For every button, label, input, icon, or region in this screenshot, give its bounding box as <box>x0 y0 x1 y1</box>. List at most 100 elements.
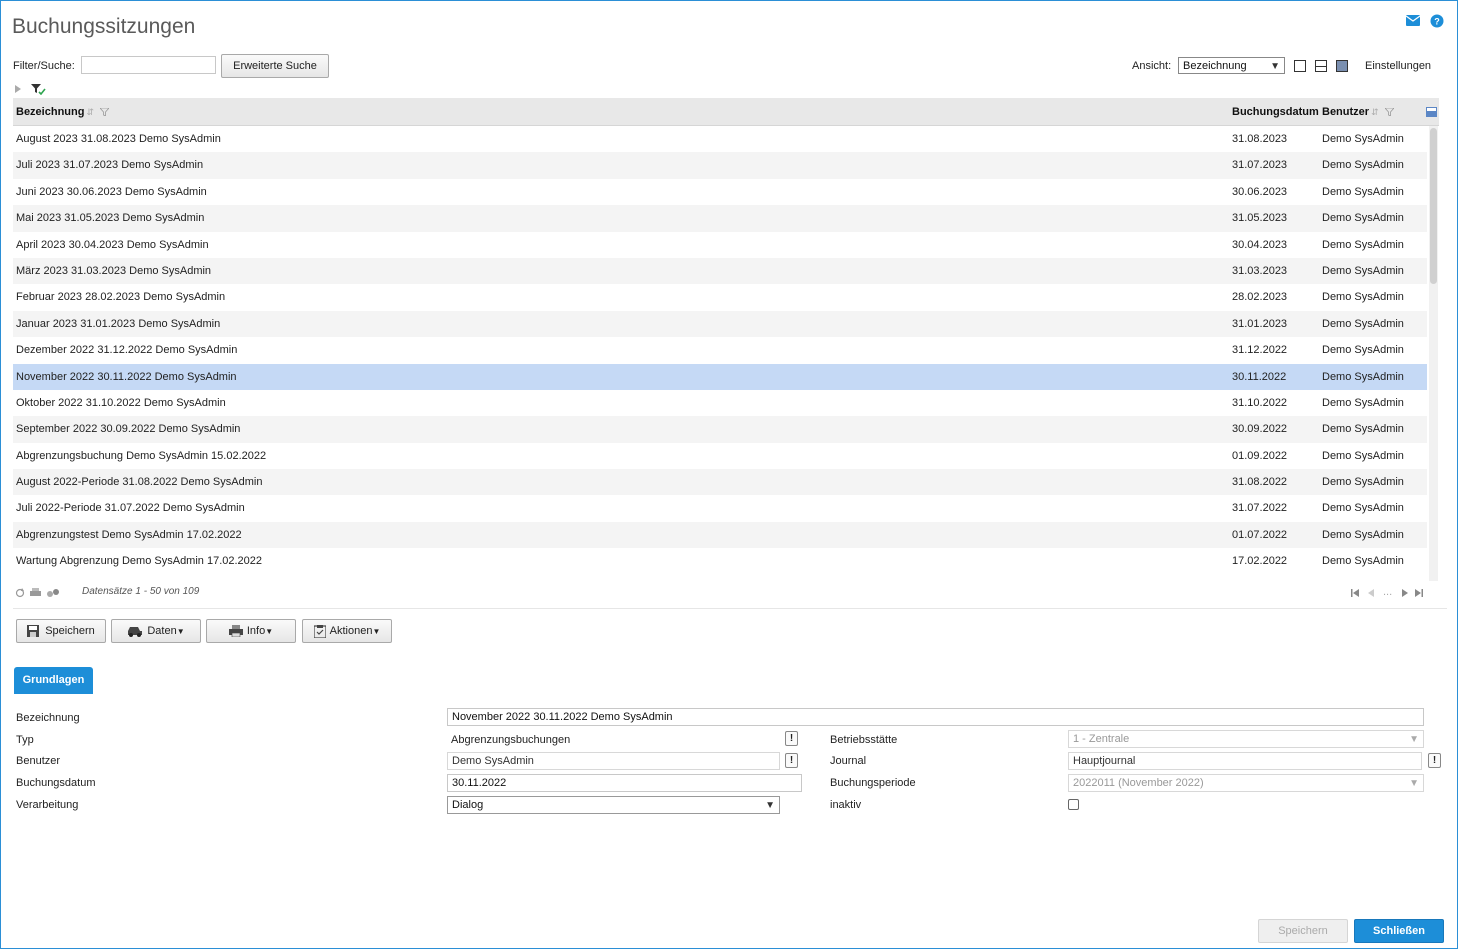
chevron-down-icon: ▼ <box>1409 778 1419 789</box>
window: Buchungssitzungen ? Filter/Suche: Erweit… <box>0 0 1458 949</box>
advanced-search-button[interactable]: Erweiterte Suche <box>221 54 329 78</box>
buchungsperiode-label: Buchungsperiode <box>830 777 916 789</box>
cell-name: Juni 2023 30.06.2023 Demo SysAdmin <box>16 185 207 198</box>
cell-date: 30.09.2022 <box>1232 423 1288 436</box>
cell-user: Demo SysAdmin <box>1322 528 1404 541</box>
scrollbar-thumb[interactable] <box>1430 128 1437 284</box>
column-header-user[interactable]: Benutzer ⇵ <box>1322 98 1394 126</box>
typ-info-button[interactable]: ! <box>785 731 798 746</box>
divider <box>13 608 1447 609</box>
table-row[interactable]: Februar 2023 28.02.2023 Demo SysAdmin 28.… <box>13 284 1427 310</box>
print-icon[interactable] <box>30 588 41 598</box>
cell-name: August 2023 31.08.2023 Demo SysAdmin <box>16 133 221 145</box>
sort-icon[interactable]: ⇵ <box>86 107 94 117</box>
inaktiv-checkbox[interactable] <box>1068 799 1079 810</box>
table-row[interactable]: Dezember 2022 31.12.2022 Demo SysAdmin 31… <box>13 337 1427 363</box>
column-header-date[interactable]: Buchungsdatum <box>1232 98 1319 126</box>
bezeichnung-label: Bezeichnung <box>16 712 80 724</box>
cell-user: Demo SysAdmin <box>1322 555 1404 568</box>
bezeichnung-field[interactable]: November 2022 30.11.2022 Demo SysAdmin <box>447 708 1424 726</box>
pager-record-count: Datensätze 1 - 50 von 109 <box>82 586 200 597</box>
table-row[interactable]: November 2022 30.11.2022 Demo SysAdmin 30… <box>13 363 1427 390</box>
column-filter-icon[interactable] <box>1384 108 1394 117</box>
cell-user: Demo SysAdmin <box>1322 502 1404 515</box>
info-menu-button[interactable]: Info▼ <box>206 619 296 643</box>
view-select[interactable]: Bezeichnung ▼ <box>1178 57 1285 74</box>
page-title: Buchungssitzungen <box>12 15 196 38</box>
prev-page-icon[interactable] <box>1368 589 1374 597</box>
column-chooser-icon[interactable] <box>1426 107 1437 117</box>
betriebsstaette-select[interactable]: 1 - Zentrale ▼ <box>1068 730 1424 748</box>
expand-arrow-icon[interactable] <box>15 85 21 93</box>
help-chat-icon[interactable]: ? <box>1430 14 1444 28</box>
export-icon[interactable] <box>46 588 60 598</box>
journal-info-button[interactable]: ! <box>1428 753 1441 768</box>
table-row[interactable]: Abgrenzungstest Demo SysAdmin 17.02.2022… <box>13 521 1427 549</box>
view-full-icon[interactable] <box>1336 60 1348 72</box>
table-row[interactable]: Juli 2023 31.07.2023 Demo SysAdmin 31.07.… <box>13 152 1427 179</box>
cell-date: 30.06.2023 <box>1232 185 1288 198</box>
table-row[interactable]: Juni 2023 30.06.2023 Demo SysAdmin 30.06.… <box>13 179 1427 205</box>
journal-field[interactable]: Hauptjournal <box>1068 752 1422 770</box>
table-row[interactable]: August 2022-Periode 31.08.2022 Demo SysA… <box>13 469 1427 496</box>
cell-user: Demo SysAdmin <box>1322 133 1404 145</box>
chevron-down-icon: ▼ <box>1270 61 1280 72</box>
cell-name: Abgrenzungstest Demo SysAdmin 17.02.2022 <box>16 528 242 541</box>
filter-active-icon[interactable] <box>31 84 46 95</box>
table-row[interactable]: März 2023 31.03.2023 Demo SysAdmin 31.03.… <box>13 257 1427 285</box>
table-row[interactable]: Mai 2023 31.05.2023 Demo SysAdmin 31.05.2… <box>13 205 1427 232</box>
table-row[interactable]: April 2023 30.04.2023 Demo SysAdmin 30.04… <box>13 232 1427 258</box>
column-header-name[interactable]: Bezeichnung ⇵ <box>16 98 110 126</box>
grid-body: August 2023 31.08.2023 Demo SysAdmin 31.0… <box>13 126 1427 581</box>
refresh-icon[interactable] <box>15 588 25 598</box>
table-row[interactable]: Abgrenzungsbuchung Demo SysAdmin 15.02.2… <box>13 443 1427 469</box>
footer-close-button[interactable]: Schließen <box>1354 919 1444 943</box>
svg-text:?: ? <box>1434 17 1440 27</box>
next-page-icon[interactable] <box>1402 589 1408 597</box>
cell-date: 01.09.2022 <box>1232 449 1288 462</box>
view-small-icon[interactable] <box>1294 60 1306 72</box>
cell-date: 31.05.2023 <box>1232 212 1288 225</box>
benutzer-field[interactable]: Demo SysAdmin <box>447 752 780 770</box>
betriebsstaette-label: Betriebsstätte <box>830 734 898 746</box>
cell-user: Demo SysAdmin <box>1322 423 1404 436</box>
cell-date: 28.02.2023 <box>1232 291 1288 304</box>
cell-user: Demo SysAdmin <box>1322 212 1404 225</box>
table-row[interactable]: Oktober 2022 31.10.2022 Demo SysAdmin 31.… <box>13 390 1427 416</box>
column-header-user-label: Benutzer <box>1322 106 1370 118</box>
benutzer-info-button[interactable]: ! <box>785 753 798 768</box>
table-row[interactable]: Wartung Abgrenzung Demo SysAdmin 17.02.2… <box>13 548 1427 574</box>
settings-link[interactable]: Einstellungen <box>1365 60 1431 72</box>
last-page-icon[interactable] <box>1415 589 1423 597</box>
printer-icon <box>228 625 243 638</box>
data-menu-button[interactable]: Daten▼ <box>111 619 201 643</box>
cell-name: Mai 2023 31.05.2023 Demo SysAdmin <box>16 212 205 225</box>
tab-grundlagen[interactable]: Grundlagen <box>14 667 93 694</box>
buchungsperiode-select[interactable]: 2022011 (November 2022) ▼ <box>1068 774 1424 792</box>
cell-name: Juli 2022-Periode 31.07.2022 Demo SysAdm… <box>16 502 245 515</box>
table-row[interactable]: Januar 2023 31.01.2023 Demo SysAdmin 31.0… <box>13 310 1427 338</box>
actions-menu-button[interactable]: Aktionen▼ <box>302 619 392 643</box>
first-page-icon[interactable] <box>1351 589 1359 597</box>
filter-search-input[interactable] <box>81 56 216 74</box>
save-toolbar-button[interactable]: Speichern <box>16 619 106 643</box>
view-split-icon[interactable] <box>1315 60 1327 72</box>
footer-save-button[interactable]: Speichern <box>1258 919 1348 943</box>
column-filter-icon[interactable] <box>100 108 110 117</box>
cell-date: 31.08.2022 <box>1232 476 1288 489</box>
table-row[interactable]: Juli 2022-Periode 31.07.2022 Demo SysAdm… <box>13 495 1427 521</box>
table-row[interactable]: August 2023 31.08.2023 Demo SysAdmin 31.0… <box>13 126 1427 152</box>
cell-name: Juli 2023 31.07.2023 Demo SysAdmin <box>16 159 204 172</box>
cell-user: Demo SysAdmin <box>1322 238 1404 251</box>
save-toolbar-label: Speichern <box>45 625 95 637</box>
sort-icon[interactable]: ⇵ <box>1371 107 1379 117</box>
mail-icon[interactable] <box>1406 15 1420 26</box>
verarbeitung-select[interactable]: Dialog ▼ <box>447 796 780 814</box>
view-select-value: Bezeichnung <box>1183 60 1247 72</box>
buchungsdatum-field[interactable]: 30.11.2022 <box>447 774 802 792</box>
table-row[interactable]: September 2022 30.09.2022 Demo SysAdmin 3… <box>13 416 1427 443</box>
verarbeitung-label: Verarbeitung <box>16 799 79 811</box>
clipboard-icon <box>313 624 326 638</box>
grid-scrollbar[interactable] <box>1429 126 1438 581</box>
pager-ellipsis[interactable]: ... <box>1383 586 1392 598</box>
